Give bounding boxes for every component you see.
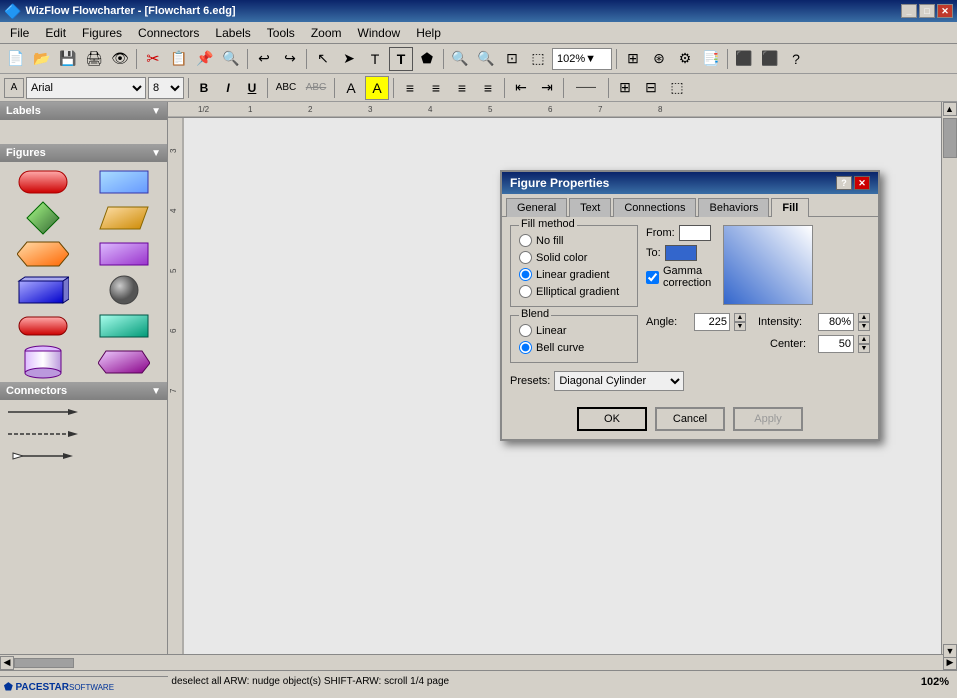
- gradient-preview-box: [723, 225, 813, 305]
- fill-linear-label: Linear gradient: [536, 269, 609, 281]
- dialog-title-bar: Figure Properties ? ✕: [502, 172, 878, 194]
- fill-elliptical-label: Elliptical gradient: [536, 286, 619, 298]
- blend-options: Linear Bell curve: [519, 320, 629, 354]
- dialog-main-row: Fill method No fill Solid color: [510, 225, 870, 371]
- tab-general[interactable]: General: [506, 198, 567, 217]
- blend-bellcurve[interactable]: Bell curve: [519, 341, 629, 354]
- tab-connections[interactable]: Connections: [613, 198, 696, 217]
- presets-row: Presets: Diagonal Cylinder Center Glow C…: [510, 371, 870, 391]
- center-down[interactable]: ▼: [858, 344, 870, 353]
- blend-label: Blend: [519, 308, 551, 320]
- intensity-spinner[interactable]: ▲ ▼: [858, 313, 870, 331]
- fill-solid[interactable]: Solid color: [519, 251, 629, 264]
- angle-spinner[interactable]: ▲ ▼: [734, 313, 746, 331]
- center-input[interactable]: [818, 335, 854, 353]
- intensity-input[interactable]: [818, 313, 854, 331]
- presets-label: Presets:: [510, 375, 550, 387]
- intensity-up[interactable]: ▲: [858, 313, 870, 322]
- blend-linear-label: Linear: [536, 325, 567, 337]
- center-spinner[interactable]: ▲ ▼: [858, 335, 870, 353]
- angle-row: Angle: ▲ ▼ Intensity: ▲ ▼: [646, 313, 870, 331]
- dialog-close-button[interactable]: ✕: [854, 176, 870, 190]
- cancel-button[interactable]: Cancel: [655, 407, 725, 431]
- presets-select[interactable]: Diagonal Cylinder Center Glow Corner Glo…: [554, 371, 684, 391]
- fill-no-fill-label: No fill: [536, 235, 564, 247]
- angle-up[interactable]: ▲: [734, 313, 746, 322]
- to-row: To:: [646, 245, 711, 261]
- dialog-help-button[interactable]: ?: [836, 176, 852, 190]
- gamma-checkbox[interactable]: [646, 271, 659, 284]
- angle-down[interactable]: ▼: [734, 322, 746, 331]
- fill-method-group: Fill method No fill Solid color: [510, 225, 638, 307]
- fill-linear-gradient[interactable]: Linear gradient: [519, 268, 629, 281]
- fill-no-fill[interactable]: No fill: [519, 234, 629, 247]
- from-color-swatch[interactable]: [679, 225, 711, 241]
- dialog-right-col: From: To: Gammacorrection: [646, 225, 870, 371]
- dialog-title-text: Figure Properties: [510, 176, 609, 190]
- center-label: Center:: [770, 338, 814, 350]
- dialog-body: Fill method No fill Solid color: [502, 216, 878, 399]
- dialog-left-col: Fill method No fill Solid color: [510, 225, 638, 371]
- gamma-label: Gammacorrection: [663, 265, 711, 289]
- center-up[interactable]: ▲: [858, 335, 870, 344]
- fill-elliptical[interactable]: Elliptical gradient: [519, 285, 629, 298]
- from-label: From:: [646, 227, 675, 239]
- angle-label: Angle:: [646, 316, 690, 328]
- fill-method-label: Fill method: [519, 218, 577, 230]
- fill-solid-label: Solid color: [536, 252, 587, 264]
- from-to-gamma: From: To: Gammacorrection: [646, 225, 711, 305]
- tab-behaviors[interactable]: Behaviors: [698, 198, 769, 217]
- dialog-title-buttons[interactable]: ? ✕: [836, 176, 870, 190]
- tab-text[interactable]: Text: [569, 198, 611, 217]
- gamma-correction[interactable]: Gammacorrection: [646, 265, 711, 289]
- intensity-label: Intensity:: [758, 316, 814, 328]
- angle-input[interactable]: [694, 313, 730, 331]
- color-section: From: To: Gammacorrection: [646, 225, 870, 305]
- dialog-overlay: Figure Properties ? ✕ General Text Conne…: [0, 0, 957, 698]
- blend-group: Blend Linear Bell curve: [510, 315, 638, 363]
- to-color-swatch[interactable]: [665, 245, 697, 261]
- intensity-down[interactable]: ▼: [858, 322, 870, 331]
- fill-method-options: No fill Solid color Linear gradient: [519, 230, 629, 298]
- blend-bellcurve-label: Bell curve: [536, 342, 584, 354]
- to-label: To:: [646, 247, 661, 259]
- apply-button[interactable]: Apply: [733, 407, 803, 431]
- dialog-buttons: OK Cancel Apply: [502, 399, 878, 439]
- center-row: Center: ▲ ▼: [646, 335, 870, 353]
- blend-linear[interactable]: Linear: [519, 324, 629, 337]
- ok-button[interactable]: OK: [577, 407, 647, 431]
- tab-fill[interactable]: Fill: [771, 198, 809, 217]
- figure-properties-dialog: Figure Properties ? ✕ General Text Conne…: [500, 170, 880, 441]
- from-row: From:: [646, 225, 711, 241]
- dialog-tabs: General Text Connections Behaviors Fill: [502, 194, 878, 216]
